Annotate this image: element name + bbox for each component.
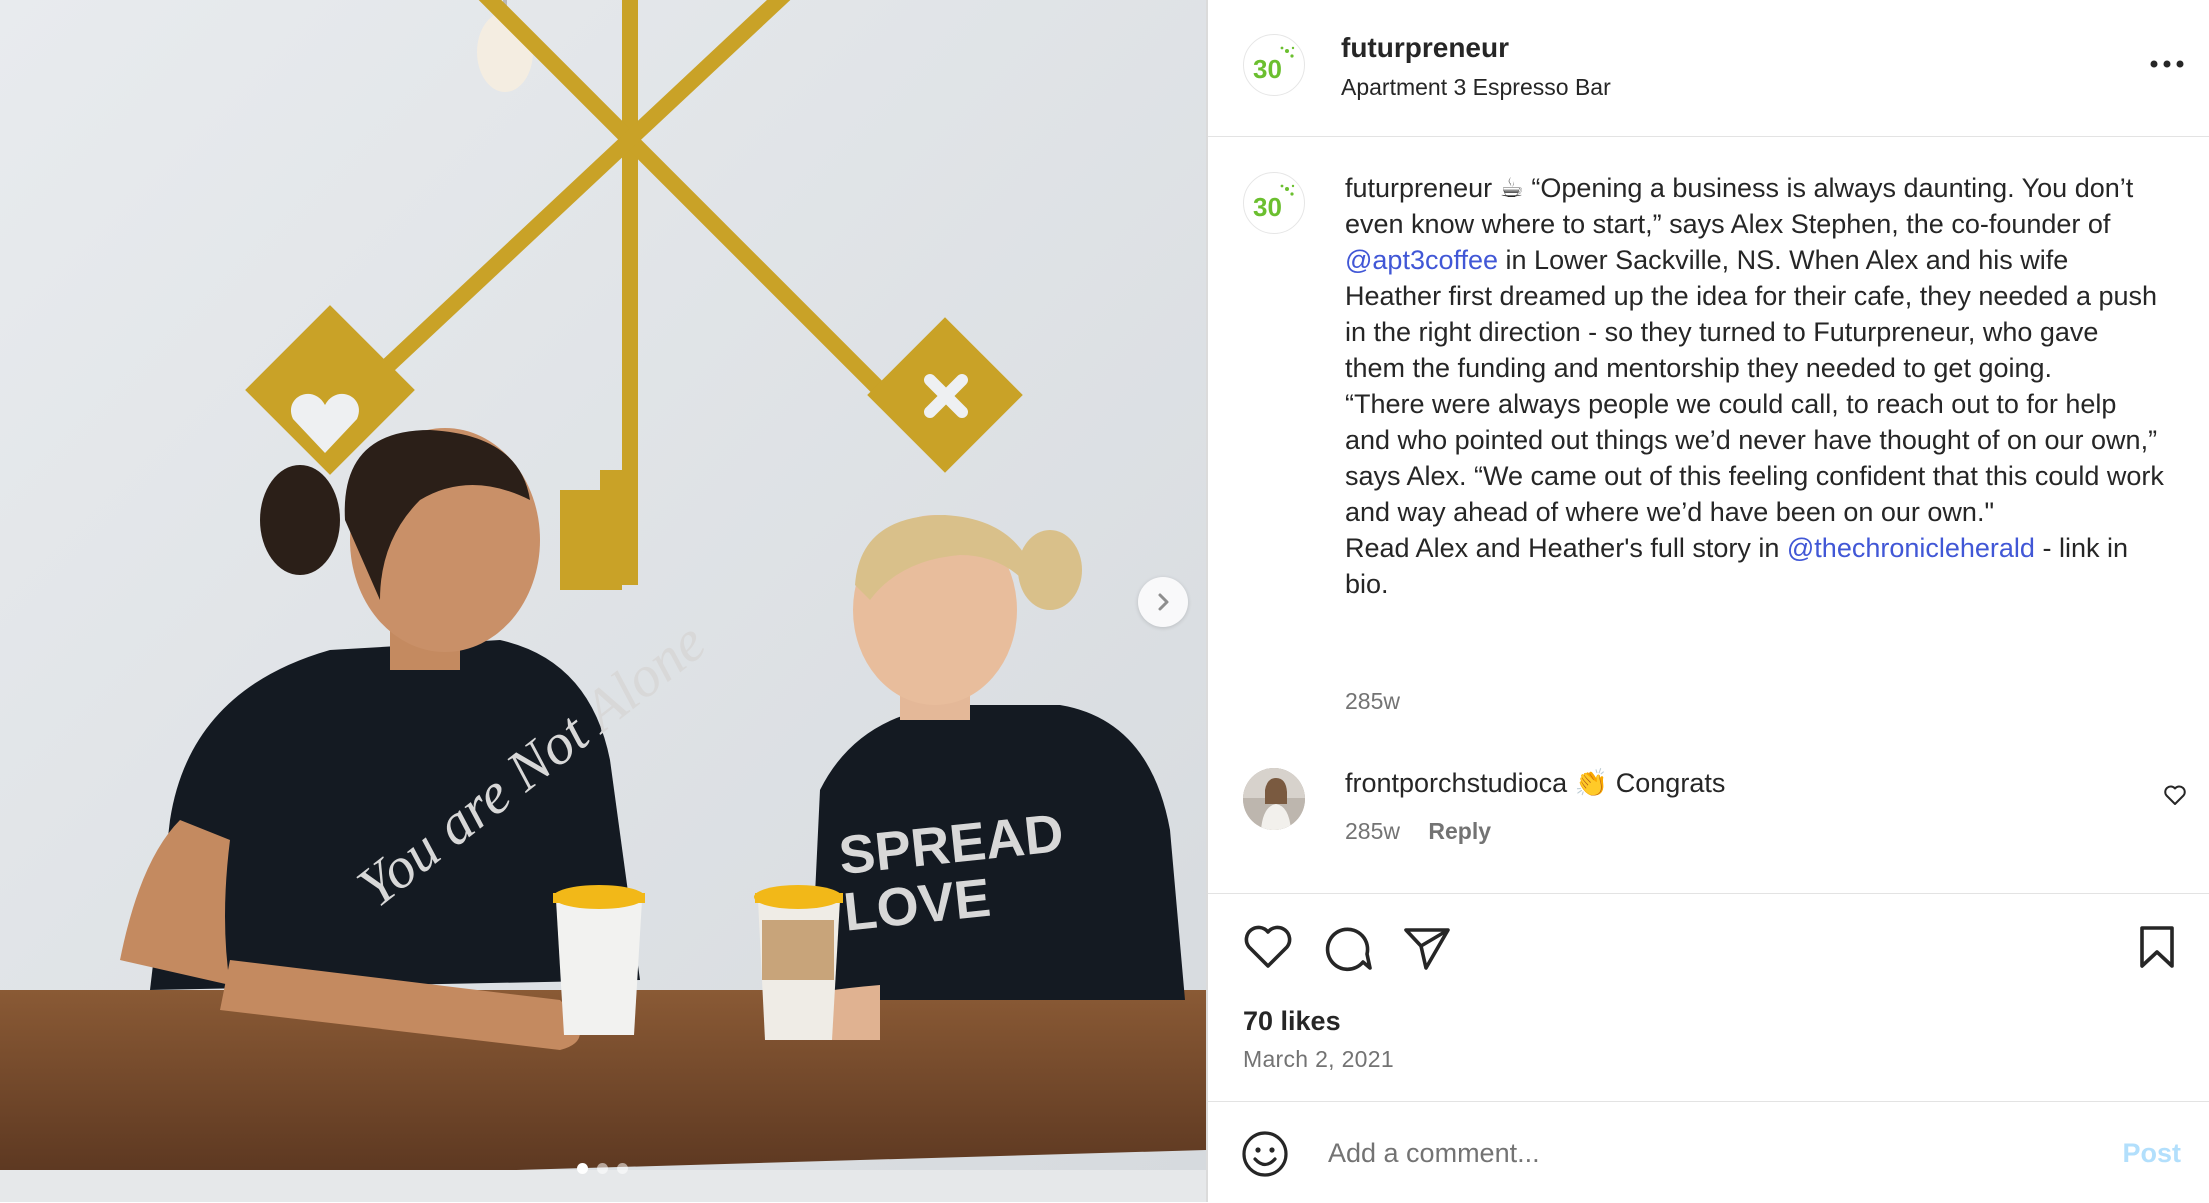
post-side-panel: 30 futurpreneur Apartment 3 Espresso Bar…: [1206, 0, 2209, 1202]
svg-text:30: 30: [1253, 192, 1282, 222]
caption-text: futurpreneur ☕ “Opening a business is al…: [1345, 170, 2165, 602]
caption-timestamp[interactable]: 285w: [1345, 688, 1400, 715]
likes-count[interactable]: 70 likes: [1243, 1006, 1341, 1037]
comment-item: frontporchstudioca 👏 Congrats 285w Reply: [1208, 762, 2209, 872]
post-photo: You are Not Alone SPREAD LOVE: [0, 0, 1206, 1202]
post-header: 30 futurpreneur Apartment 3 Espresso Bar: [1208, 0, 2209, 137]
header-location[interactable]: Apartment 3 Espresso Bar: [1341, 74, 1611, 101]
account-avatar[interactable]: 30: [1243, 34, 1305, 96]
post-comment-button[interactable]: Post: [2122, 1138, 2181, 1169]
carousel-next-button[interactable]: [1138, 577, 1188, 627]
post-date[interactable]: March 2, 2021: [1243, 1046, 1394, 1073]
mention-apt3coffee[interactable]: @apt3coffee: [1345, 245, 1498, 275]
caption-body-2: in Lower Sackville, NS. When Alex and hi…: [1345, 245, 2164, 563]
carousel-indicator: [577, 1163, 628, 1174]
coffee-cup-right: [754, 885, 843, 1040]
more-options-icon[interactable]: [2145, 50, 2189, 78]
mention-thechronicleherald[interactable]: @thechronicleherald: [1787, 533, 2035, 563]
header-username[interactable]: futurpreneur: [1341, 32, 1509, 64]
post-actions: 70 likes March 2, 2021: [1208, 893, 2209, 1102]
comment-username[interactable]: frontporchstudioca: [1345, 768, 1567, 798]
carousel-dot-2: [597, 1163, 608, 1174]
comment-avatar[interactable]: [1243, 768, 1305, 830]
coffee-cup-left: [553, 885, 645, 1035]
coffee-emoji-icon: ☕: [1499, 173, 1524, 203]
save-bookmark-icon[interactable]: [2137, 924, 2177, 975]
caption-avatar[interactable]: 30: [1243, 172, 1305, 234]
comment-like-icon[interactable]: [2163, 784, 2187, 811]
share-icon[interactable]: [1402, 924, 1452, 977]
reply-button[interactable]: Reply: [1428, 818, 1491, 844]
svg-text:30: 30: [1253, 54, 1282, 84]
futurpreneur-logo-icon: 30: [1253, 46, 1295, 84]
comment-timestamp[interactable]: 285w: [1345, 818, 1400, 844]
emoji-icon[interactable]: [1241, 1130, 1289, 1183]
chevron-right-icon: [1158, 593, 1169, 611]
photo-scene: You are Not Alone SPREAD LOVE: [0, 0, 1206, 1202]
carousel-dot-3: [617, 1163, 628, 1174]
carousel-dot-1: [577, 1163, 588, 1174]
comment-icon[interactable]: [1323, 924, 1373, 977]
comment-input[interactable]: [1326, 1128, 2030, 1178]
like-icon[interactable]: [1243, 924, 1293, 975]
comment-composer: Post: [1208, 1101, 2209, 1203]
comment-text: 👏 Congrats: [1574, 768, 1726, 798]
comment-line: frontporchstudioca 👏 Congrats: [1345, 767, 1725, 799]
caption-username[interactable]: futurpreneur: [1345, 173, 1492, 203]
futurpreneur-logo-icon: 30: [1253, 184, 1295, 222]
comment-meta: 285w Reply: [1345, 818, 1491, 845]
